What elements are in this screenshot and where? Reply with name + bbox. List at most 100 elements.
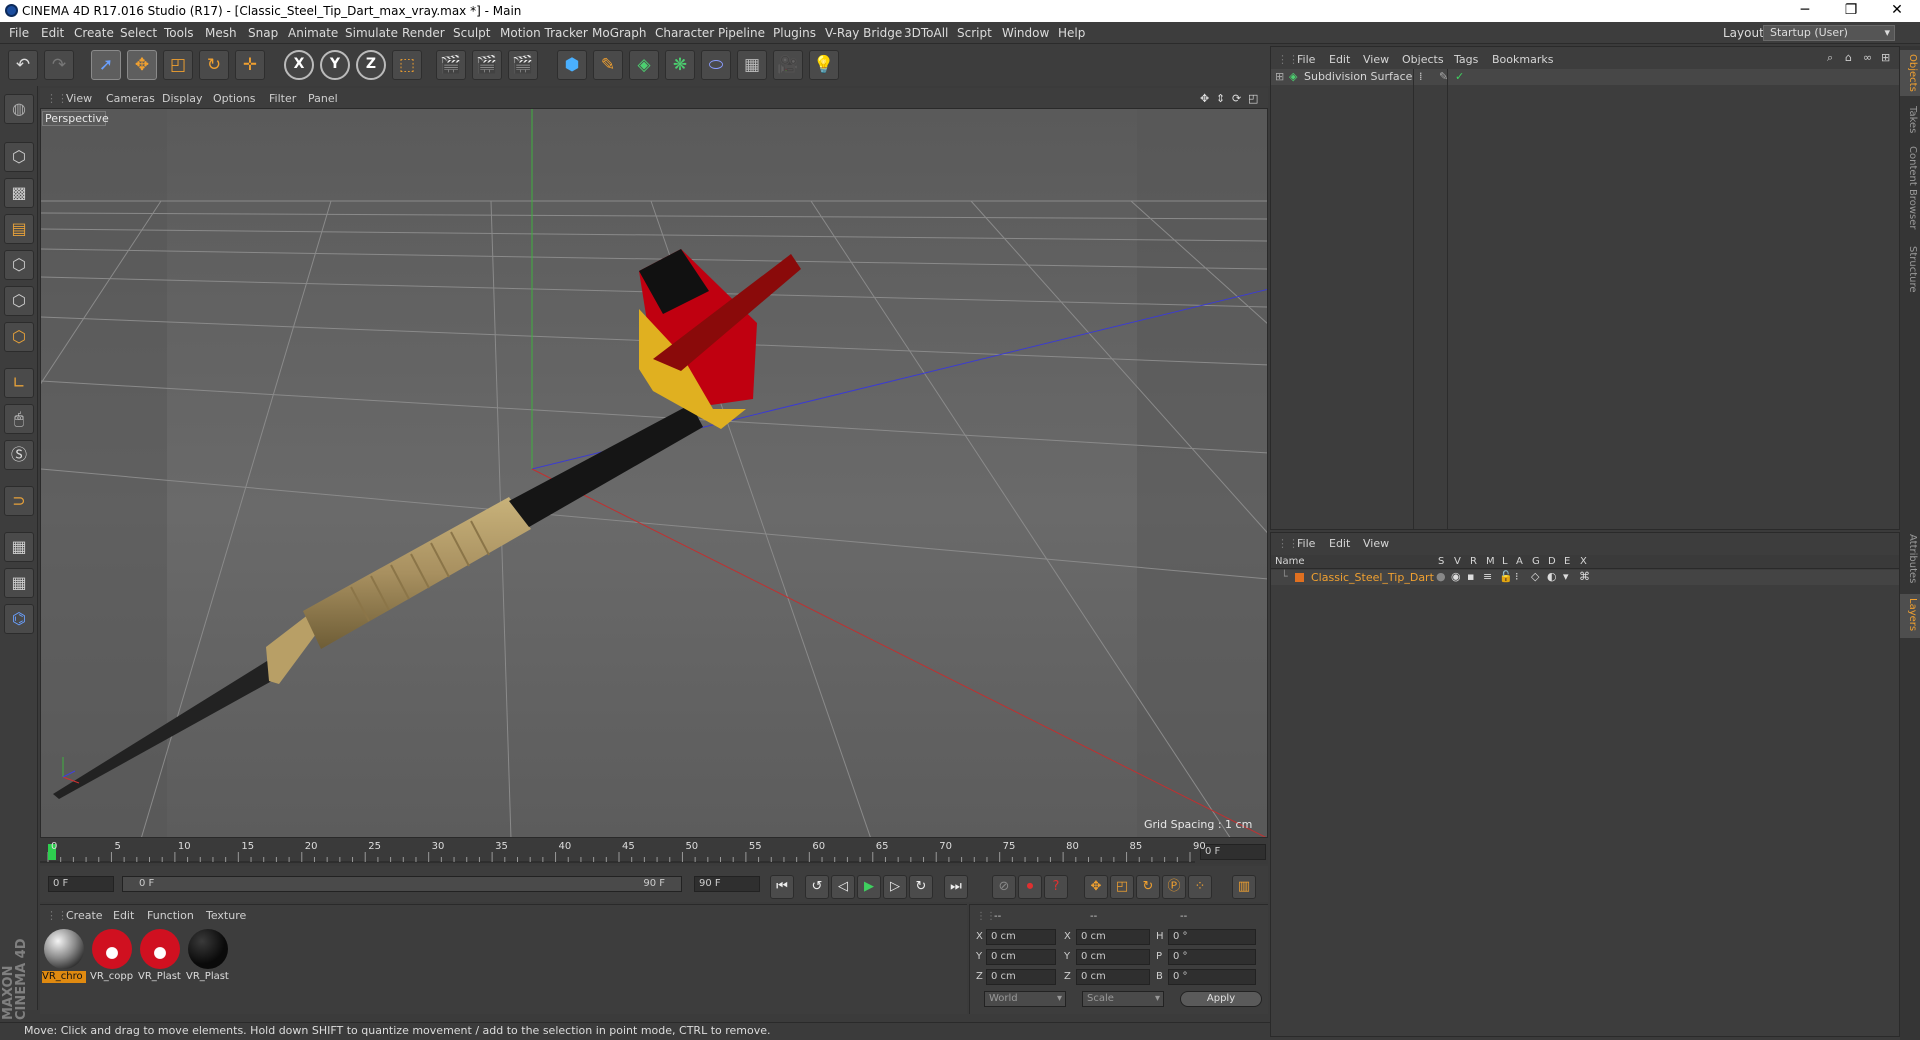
material-swatch[interactable]: VR_chro bbox=[42, 927, 86, 985]
search-icon[interactable]: ⌕ bbox=[1827, 51, 1833, 65]
maximize-button[interactable]: ❐ bbox=[1828, 0, 1874, 22]
layer-row[interactable]: └ Classic_Steel_Tip_Dart ● ◉ ▪ ≡ 🔓 ⁝ ◇ ◐… bbox=[1271, 570, 1899, 585]
object-menu-view[interactable]: View bbox=[1363, 53, 1389, 66]
tab-structure[interactable]: Structure bbox=[1902, 246, 1918, 293]
redo-button[interactable]: ↷ bbox=[44, 50, 74, 80]
move-tool-button[interactable]: ✥ bbox=[127, 50, 157, 80]
transform-tool-button[interactable]: ✛ bbox=[235, 50, 265, 80]
menu-script[interactable]: Script bbox=[957, 26, 992, 40]
menu-plugins[interactable]: Plugins bbox=[773, 26, 816, 40]
texture-mode-button[interactable]: ▩ bbox=[4, 178, 34, 208]
material-swatch[interactable]: VR_Plast bbox=[138, 927, 182, 985]
add-floor-button[interactable]: ▦ bbox=[737, 50, 767, 80]
menu-help[interactable]: Help bbox=[1058, 26, 1085, 40]
layer-col-expressions[interactable]: E bbox=[1564, 556, 1570, 567]
keyframe-selection-button[interactable]: ? bbox=[1044, 875, 1068, 899]
position-y-field[interactable]: 0 cm bbox=[986, 949, 1056, 965]
viewport-menu-view[interactable]: View bbox=[66, 92, 92, 105]
undo-button[interactable]: ↶ bbox=[8, 50, 38, 80]
menu-mograph[interactable]: MoGraph bbox=[592, 26, 647, 40]
tab-objects[interactable]: Objects bbox=[1902, 54, 1918, 92]
position-x-field[interactable]: 0 cm bbox=[986, 929, 1056, 945]
planar-workplane-button[interactable]: ▦ bbox=[4, 568, 34, 598]
perspective-viewport[interactable] bbox=[40, 108, 1268, 838]
menu-create[interactable]: Create bbox=[74, 26, 114, 40]
add-cube-button[interactable]: ⬢ bbox=[557, 50, 587, 80]
render-picture-viewer-button[interactable]: 🎬 bbox=[472, 50, 502, 80]
render-settings-button[interactable]: 🎬 bbox=[508, 50, 538, 80]
visibility-dot-icon[interactable]: ⁞ bbox=[1419, 70, 1423, 83]
material-menu-edit[interactable]: Edit bbox=[113, 909, 134, 922]
locked-workplane-button[interactable]: ▦ bbox=[4, 532, 34, 562]
add-subdivision-button[interactable]: ◈ bbox=[629, 50, 659, 80]
layer-col-view[interactable]: V bbox=[1454, 556, 1461, 567]
make-editable-button[interactable]: ◍ bbox=[4, 94, 34, 124]
key-parameter-button[interactable]: Ⓟ bbox=[1162, 875, 1186, 899]
layer-col-locked[interactable]: L bbox=[1502, 556, 1508, 567]
menu-tools[interactable]: Tools bbox=[164, 26, 194, 40]
start-frame-field[interactable]: 0 F bbox=[48, 876, 114, 892]
menu-character[interactable]: Character bbox=[655, 26, 714, 40]
y-axis-button[interactable]: Y bbox=[320, 50, 350, 80]
layer-col-animation[interactable]: A bbox=[1516, 556, 1523, 567]
add-deformer-button[interactable]: ⬭ bbox=[701, 50, 731, 80]
rotation-h-field[interactable]: 0 ° bbox=[1168, 929, 1256, 945]
menu-animate[interactable]: Animate bbox=[288, 26, 338, 40]
preview-range-slider[interactable]: 0 F 90 F bbox=[122, 876, 682, 892]
layer-col-solo[interactable]: S bbox=[1438, 556, 1444, 567]
python-button[interactable]: ⌬ bbox=[4, 604, 34, 634]
go-to-start-button[interactable]: ⏮ bbox=[770, 875, 794, 899]
material-swatch[interactable]: VR_Plast bbox=[186, 927, 230, 985]
model-mode-button[interactable]: ⬡ bbox=[4, 142, 34, 172]
edges-mode-button[interactable]: ⬡ bbox=[4, 286, 34, 316]
layer-col-generators[interactable]: G bbox=[1532, 556, 1540, 567]
object-menu-edit[interactable]: Edit bbox=[1329, 53, 1350, 66]
object-row[interactable]: ⊞ ◈ Subdivision Surface ⁞ ✎ ✓ bbox=[1271, 69, 1899, 85]
key-pla-button[interactable]: ⁘ bbox=[1188, 875, 1212, 899]
layer-menu-file[interactable]: File bbox=[1297, 537, 1315, 550]
viewport-pan-icon[interactable]: ✥ bbox=[1200, 92, 1209, 105]
auto-key-button[interactable]: ⏺ bbox=[1018, 875, 1042, 899]
tab-layers[interactable]: Layers bbox=[1902, 598, 1918, 631]
key-rotation-button[interactable]: ↻ bbox=[1136, 875, 1160, 899]
menu-edit[interactable]: Edit bbox=[41, 26, 64, 40]
next-frame-button[interactable]: ▷ bbox=[883, 875, 907, 899]
menu-snap[interactable]: Snap bbox=[248, 26, 278, 40]
render-clapper-icon[interactable]: ▪ bbox=[1467, 570, 1474, 583]
menu-mesh[interactable]: Mesh bbox=[205, 26, 237, 40]
solo-dot-icon[interactable]: ● bbox=[1436, 570, 1446, 583]
layer-menu-edit[interactable]: Edit bbox=[1329, 537, 1350, 550]
size-mode-select[interactable]: Scale ▾ bbox=[1082, 991, 1164, 1007]
add-mograph-button[interactable]: ❋ bbox=[665, 50, 695, 80]
material-swatch[interactable]: VR_copp bbox=[90, 927, 134, 985]
xref-icon[interactable]: ⌘ bbox=[1579, 570, 1590, 583]
expand-toggle-icon[interactable]: ⊞ bbox=[1275, 70, 1284, 83]
viewport-menu-cameras[interactable]: Cameras bbox=[106, 92, 155, 105]
snap-button[interactable]: ⊃ bbox=[4, 486, 34, 516]
minimize-button[interactable]: ─ bbox=[1782, 0, 1828, 22]
solo-mode-button[interactable]: Ⓢ bbox=[4, 440, 34, 470]
key-scale-button[interactable]: ◰ bbox=[1110, 875, 1134, 899]
manager-icon[interactable]: ≡ bbox=[1483, 570, 1492, 583]
live-selection-button[interactable]: ➚ bbox=[91, 50, 121, 80]
material-menu-texture[interactable]: Texture bbox=[206, 909, 246, 922]
rotation-p-field[interactable]: 0 ° bbox=[1168, 949, 1256, 965]
enabled-check-icon[interactable]: ✓ bbox=[1455, 70, 1464, 83]
z-axis-button[interactable]: Z bbox=[356, 50, 386, 80]
object-menu-file[interactable]: File bbox=[1297, 53, 1315, 66]
lock-icon[interactable]: 🔓 bbox=[1499, 570, 1513, 583]
coordinate-mode-select[interactable]: World ▾ bbox=[984, 991, 1066, 1007]
menu-file[interactable]: File bbox=[9, 26, 29, 40]
menu-simulate[interactable]: Simulate bbox=[345, 26, 398, 40]
expression-icon[interactable]: ▾ bbox=[1563, 570, 1569, 583]
end-frame-field[interactable]: 90 F bbox=[694, 876, 760, 892]
apply-button[interactable]: Apply bbox=[1180, 991, 1262, 1007]
viewport-menu-panel[interactable]: Panel bbox=[308, 92, 338, 105]
menu-window[interactable]: Window bbox=[1002, 26, 1049, 40]
object-menu-objects[interactable]: Objects bbox=[1402, 53, 1444, 66]
layer-col-render[interactable]: R bbox=[1470, 556, 1477, 567]
object-menu-bookmarks[interactable]: Bookmarks bbox=[1492, 53, 1553, 66]
menu-pipeline[interactable]: Pipeline bbox=[718, 26, 765, 40]
viewport-menu-options[interactable]: Options bbox=[213, 92, 255, 105]
material-menu-function[interactable]: Function bbox=[147, 909, 194, 922]
